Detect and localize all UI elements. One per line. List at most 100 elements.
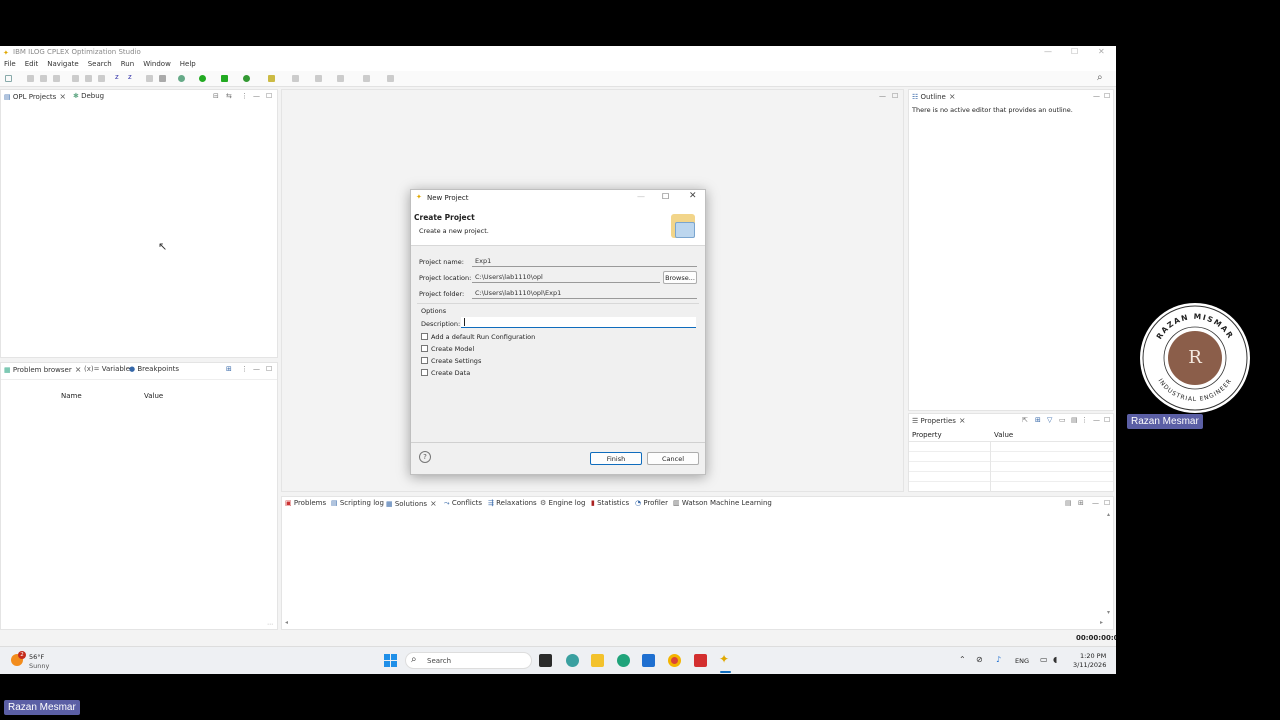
restore-icon[interactable]: ▤ (1071, 416, 1078, 424)
run-icon[interactable] (199, 75, 206, 82)
tab-engine-log[interactable]: ⚙ Engine log (540, 497, 585, 510)
edge-icon[interactable] (617, 654, 630, 667)
cut-icon[interactable] (72, 75, 79, 82)
cancel-button[interactable]: Cancel (647, 452, 699, 465)
tab-scripting-log[interactable]: ▤ Scripting log (331, 497, 384, 510)
resize-handle-icon[interactable]: ⋯ (267, 621, 273, 628)
mail-icon[interactable] (642, 654, 655, 667)
nav-down-icon[interactable] (292, 75, 299, 82)
menu-search[interactable]: Search (88, 60, 112, 68)
minimize-view-icon[interactable]: — (253, 92, 260, 100)
close-icon[interactable]: × (430, 499, 437, 508)
link-icon[interactable]: ⇆ (226, 92, 232, 100)
tab-problem-browser[interactable]: ▦ Problem browser × (4, 363, 81, 376)
toolbar-search-icon[interactable]: ⌕ (1097, 72, 1103, 83)
minimize-view-icon[interactable]: — (1092, 499, 1099, 507)
console-tool2-icon[interactable]: ⊞ (1078, 499, 1084, 507)
copy-icon[interactable] (85, 75, 92, 82)
minimize-view-icon[interactable]: — (1093, 416, 1100, 424)
minimize-view-icon[interactable]: — (879, 92, 886, 100)
red-app-icon[interactable] (694, 654, 707, 667)
horizontal-scrollbar[interactable]: ◂ ▸ (282, 619, 1113, 628)
windows-start-icon[interactable] (384, 654, 397, 667)
maximize-view-icon[interactable]: ☐ (892, 92, 898, 100)
wand-icon[interactable] (268, 75, 275, 82)
new-icon[interactable] (5, 75, 12, 82)
collapse-all-icon[interactable]: ⊟ (213, 92, 219, 100)
print-icon[interactable] (53, 75, 60, 82)
tab-variables[interactable]: (x)= Variables (84, 363, 134, 376)
checkbox-box[interactable] (421, 345, 428, 352)
browser-tool-icon[interactable]: ⊞ (226, 365, 232, 373)
maximize-view-icon[interactable]: ☐ (266, 92, 272, 100)
categories-icon[interactable]: ⊞ (1035, 416, 1041, 424)
menu-navigate[interactable]: Navigate (47, 60, 78, 68)
forward-icon[interactable] (363, 75, 370, 82)
close-icon[interactable]: × (75, 365, 82, 374)
minimize-icon[interactable]: — (1044, 47, 1052, 56)
menu-window[interactable]: Window (143, 60, 171, 68)
checkbox-run-configuration[interactable]: Add a default Run Configuration (421, 333, 535, 341)
pin-icon[interactable]: ⇱ (1022, 416, 1028, 424)
network-off-icon[interactable]: ⊘ (976, 655, 983, 664)
scroll-left-icon[interactable]: ◂ (285, 619, 288, 626)
undo-icon[interactable]: z (115, 73, 122, 81)
filter-icon[interactable]: ▽ (1047, 416, 1052, 424)
dialog-close-icon[interactable]: ✕ (689, 191, 697, 201)
checkbox-create-data[interactable]: Create Data (421, 369, 470, 377)
tab-opl-projects[interactable]: ▤ OPL Projects × (4, 90, 66, 103)
language-indicator[interactable]: ENG (1015, 657, 1029, 665)
close-icon[interactable]: × (949, 92, 956, 101)
stop-icon[interactable] (159, 75, 166, 82)
menu-help[interactable]: Help (180, 60, 196, 68)
help-icon[interactable]: ? (419, 451, 431, 463)
maximize-view-icon[interactable]: ☐ (266, 365, 272, 373)
clock-time[interactable]: 1:20 PM (1080, 652, 1106, 660)
nav-up-icon[interactable] (315, 75, 322, 82)
back-icon[interactable] (337, 75, 344, 82)
finish-button[interactable]: Finish (590, 452, 642, 465)
scroll-up-icon[interactable]: ▴ (1107, 511, 1110, 518)
console-tool-icon[interactable]: ▤ (1065, 499, 1072, 507)
maximize-view-icon[interactable]: ☐ (1104, 92, 1110, 100)
history-icon[interactable] (387, 75, 394, 82)
project-location-field[interactable]: C:\Users\lab1110\opl (472, 272, 660, 283)
tab-solutions[interactable]: ▦ Solutions × (386, 497, 437, 510)
debug-icon[interactable] (178, 75, 185, 82)
minimize-view-icon[interactable]: — (1093, 92, 1100, 100)
maximize-view-icon[interactable]: ☐ (1104, 499, 1110, 507)
tab-relaxations[interactable]: ⇶ Relaxations (488, 497, 537, 510)
layout-icon[interactable] (146, 75, 153, 82)
close-icon[interactable]: ✕ (1098, 47, 1105, 56)
paste-icon[interactable] (98, 75, 105, 82)
run-config-icon[interactable] (221, 75, 228, 82)
description-field[interactable] (461, 317, 696, 328)
close-icon[interactable]: × (959, 416, 966, 425)
view-menu-icon[interactable]: ⋮ (241, 92, 248, 100)
menu-run[interactable]: Run (121, 60, 134, 68)
scroll-right-icon[interactable]: ▸ (1100, 619, 1103, 626)
volume-icon[interactable]: ◖ (1053, 655, 1057, 664)
weather-widget[interactable]: 2 56°F Sunny (11, 650, 71, 672)
redo-icon[interactable]: z (128, 73, 135, 81)
taskbar-search-box[interactable]: ⌕ Search (405, 652, 532, 669)
checkbox-box[interactable] (421, 369, 428, 376)
save-all-icon[interactable] (40, 75, 47, 82)
menu-edit[interactable]: Edit (25, 60, 39, 68)
tools-icon[interactable] (243, 75, 250, 82)
tab-breakpoints[interactable]: ● Breakpoints (129, 363, 179, 376)
tab-problems[interactable]: ▣ Problems (285, 497, 326, 510)
task-view-icon[interactable] (539, 654, 552, 667)
tab-debug[interactable]: ✱ Debug (73, 90, 104, 103)
browse-button[interactable]: Browse... (663, 271, 697, 284)
display-icon[interactable]: ▭ (1040, 655, 1048, 664)
checkbox-create-model[interactable]: Create Model (421, 345, 474, 353)
maximize-view-icon[interactable]: ☐ (1104, 416, 1110, 424)
microphone-icon[interactable]: ♪ (996, 655, 1001, 664)
project-name-field[interactable]: Exp1 (472, 256, 697, 267)
file-explorer-icon[interactable] (591, 654, 604, 667)
tab-statistics[interactable]: ▮ Statistics (591, 497, 629, 510)
checkbox-box[interactable] (421, 333, 428, 340)
view-menu-icon[interactable]: ⋮ (1081, 416, 1088, 424)
checkbox-create-settings[interactable]: Create Settings (421, 357, 481, 365)
